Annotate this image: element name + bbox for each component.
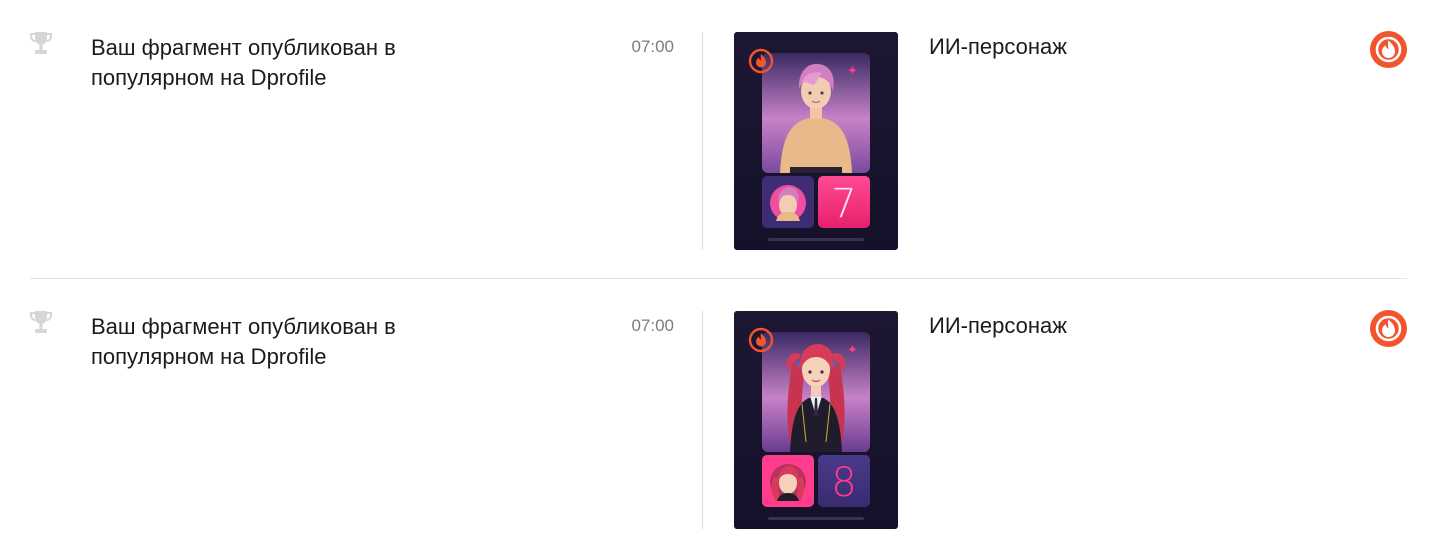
dprofile-flame-logo-icon[interactable] (1370, 31, 1407, 68)
notification-feed: Ваш фрагмент опубликован в популярном на… (0, 0, 1447, 547)
rank-number: 8 (831, 460, 857, 506)
rank-tile: 7 (818, 176, 870, 228)
avatar-tile (762, 176, 814, 228)
fragment-thumbnail[interactable]: ✦ 8 (734, 311, 898, 529)
rank-tile: 8 (818, 455, 870, 507)
vertical-divider (702, 32, 703, 250)
vertical-divider (702, 311, 703, 529)
rank-number: 7 (831, 181, 857, 227)
notification-item[interactable]: Ваш фрагмент опубликован в популярном на… (0, 279, 1447, 539)
avatar-tile (762, 455, 814, 507)
notification-item[interactable]: Ваш фрагмент опубликован в популярном на… (0, 0, 1447, 260)
fragment-thumbnail[interactable]: ✦ 7 (734, 32, 898, 250)
dprofile-flame-logo-icon (748, 48, 774, 74)
card-caption (768, 517, 864, 520)
fragment-title: ИИ-персонаж (929, 34, 1067, 59)
trophy-icon (30, 311, 52, 333)
notification-time: 07:00 (631, 316, 674, 335)
dprofile-flame-logo-icon (748, 327, 774, 353)
card-caption (768, 238, 864, 241)
sparkle-icon: ✦ (847, 63, 858, 78)
dprofile-flame-logo-icon[interactable] (1370, 310, 1407, 347)
trophy-icon (30, 32, 52, 54)
notification-time: 07:00 (631, 37, 674, 56)
fragment-title: ИИ-персонаж (929, 313, 1067, 338)
notification-message: Ваш фрагмент опубликован в популярном на… (91, 314, 396, 369)
sparkle-icon: ✦ (847, 342, 858, 357)
notification-message: Ваш фрагмент опубликован в популярном на… (91, 35, 396, 90)
